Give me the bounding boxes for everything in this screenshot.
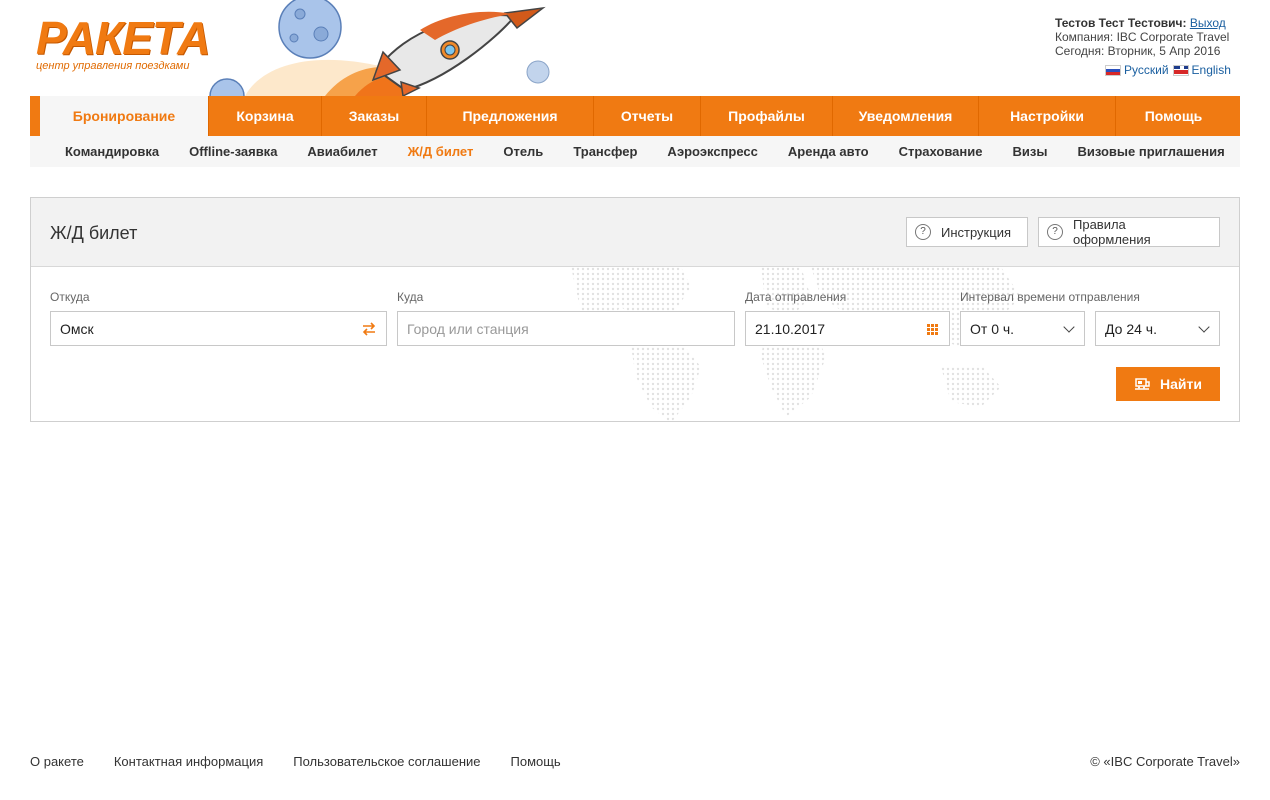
lang-english[interactable]: English bbox=[1172, 63, 1231, 77]
rocket-illustration bbox=[209, 0, 550, 96]
nav-notifications[interactable]: Уведомления bbox=[833, 96, 979, 136]
footer-link-agreement[interactable]: Пользовательское соглашение bbox=[293, 754, 480, 770]
from-input[interactable]: Омск bbox=[50, 311, 387, 346]
subnav-transfer[interactable]: Трансфер bbox=[573, 144, 637, 159]
footer-link-about[interactable]: О ракете bbox=[30, 754, 84, 770]
help-icon: ? bbox=[915, 224, 931, 240]
main-nav: Бронирование Корзина Заказы Предложения … bbox=[30, 96, 1240, 136]
date-input[interactable]: 21.10.2017 bbox=[745, 311, 950, 346]
date-label: Дата отправления bbox=[745, 290, 847, 304]
copyright: © «IBC Corporate Travel» bbox=[1090, 754, 1240, 769]
subnav-rail-ticket[interactable]: Ж/Д билет bbox=[408, 144, 474, 159]
nav-orders[interactable]: Заказы bbox=[322, 96, 427, 136]
rail-search-panel: Ж/Д билет ? Инструкция ? Правила оформле… bbox=[30, 197, 1240, 422]
subnav-business-trip[interactable]: Командировка bbox=[65, 144, 159, 159]
help-icon: ? bbox=[1047, 224, 1063, 240]
logout-link[interactable]: Выход bbox=[1190, 16, 1226, 30]
subnav-aeroexpress[interactable]: Аэроэкспресс bbox=[667, 144, 758, 159]
nav-booking[interactable]: Бронирование bbox=[40, 96, 209, 136]
instruction-button-label: Инструкция bbox=[941, 224, 1011, 240]
from-value: Омск bbox=[60, 320, 94, 337]
swap-direction-icon[interactable] bbox=[361, 321, 377, 337]
booking-subnav: Командировка Offline-заявка Авиабилет Ж/… bbox=[30, 136, 1240, 167]
instruction-button[interactable]: ? Инструкция bbox=[906, 217, 1028, 247]
calendar-icon[interactable] bbox=[924, 321, 940, 337]
header: РАКЕТА центр управления поездками Тестов… bbox=[0, 0, 1270, 96]
subnav-insurance[interactable]: Страхование bbox=[899, 144, 983, 159]
nav-help[interactable]: Помощь bbox=[1116, 96, 1231, 136]
logo-subtitle: центр управления поездками bbox=[36, 60, 190, 72]
rules-button[interactable]: ? Правила оформления bbox=[1038, 217, 1220, 247]
time-from-select[interactable]: От 0 ч. bbox=[960, 311, 1085, 346]
interval-label: Интервал времени отправления bbox=[960, 290, 1140, 304]
subnav-air-ticket[interactable]: Авиабилет bbox=[307, 144, 377, 159]
search-button-label: Найти bbox=[1160, 376, 1202, 392]
time-to-select[interactable]: До 24 ч. bbox=[1095, 311, 1220, 346]
nav-reports[interactable]: Отчеты bbox=[594, 96, 701, 136]
current-date: Сегодня: Вторник, 5 Апр 2016 bbox=[1055, 44, 1221, 58]
train-icon bbox=[1135, 378, 1150, 390]
lang-russian[interactable]: Русский bbox=[1105, 63, 1169, 77]
subnav-hotel[interactable]: Отель bbox=[503, 144, 543, 159]
nav-settings[interactable]: Настройки bbox=[979, 96, 1116, 136]
to-input[interactable]: Город или станция bbox=[397, 311, 735, 346]
company-name: Компания: IBC Corporate Travel bbox=[1055, 30, 1230, 44]
subnav-visa-invitations[interactable]: Визовые приглашения bbox=[1077, 144, 1224, 159]
chevron-down-icon bbox=[1063, 321, 1075, 333]
chevron-down-icon bbox=[1198, 321, 1210, 333]
user-name: Тестов Тест Тестович: bbox=[1055, 16, 1187, 30]
panel-header: Ж/Д билет ? Инструкция ? Правила оформле… bbox=[31, 198, 1239, 267]
user-info: Тестов Тест Тестович: Выход Компания: IB… bbox=[1055, 16, 1229, 58]
nav-offers[interactable]: Предложения bbox=[427, 96, 594, 136]
russia-flag-icon bbox=[1105, 65, 1121, 77]
logo[interactable]: РАКЕТА центр управления поездками bbox=[36, 12, 211, 72]
date-value: 21.10.2017 bbox=[755, 320, 826, 337]
time-to-value: До 24 ч. bbox=[1105, 320, 1157, 337]
subnav-offline-request[interactable]: Offline-заявка bbox=[189, 144, 277, 159]
subnav-car-rental[interactable]: Аренда авто bbox=[788, 144, 869, 159]
logo-title: РАКЕТА bbox=[36, 12, 211, 64]
footer-link-contacts[interactable]: Контактная информация bbox=[114, 754, 263, 770]
subnav-visas[interactable]: Визы bbox=[1013, 144, 1048, 159]
search-button[interactable]: Найти bbox=[1116, 367, 1220, 401]
time-from-value: От 0 ч. bbox=[970, 320, 1015, 337]
footer-link-help[interactable]: Помощь bbox=[511, 754, 561, 770]
panel-title: Ж/Д билет bbox=[50, 223, 138, 243]
language-switcher: Русский English bbox=[1105, 63, 1231, 77]
nav-profiles[interactable]: Профайлы bbox=[701, 96, 833, 136]
to-placeholder: Город или станция bbox=[407, 320, 529, 337]
from-label: Откуда bbox=[50, 290, 90, 304]
uk-flag-icon bbox=[1172, 65, 1189, 77]
nav-cart[interactable]: Корзина bbox=[209, 96, 322, 136]
rules-button-label: Правила оформления bbox=[1073, 217, 1151, 247]
to-label: Куда bbox=[397, 290, 424, 304]
footer: О ракете Контактная информация Пользоват… bbox=[30, 754, 1240, 770]
